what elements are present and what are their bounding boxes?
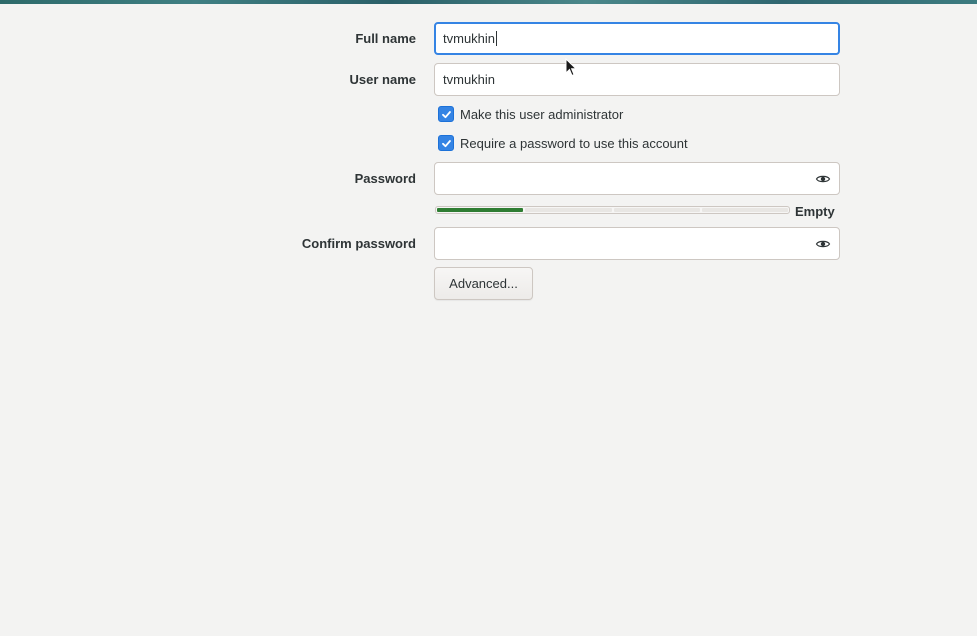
eye-icon[interactable] [815, 236, 831, 252]
user-name-label: User name [349, 72, 416, 87]
require-password-checkbox[interactable] [438, 135, 454, 151]
user-name-value: tvmukhin [443, 72, 496, 87]
check-icon [441, 110, 451, 118]
password-input[interactable] [434, 162, 840, 195]
full-name-value: tvmukhin [443, 31, 496, 46]
strength-segment [437, 208, 524, 212]
mouse-pointer-icon [565, 58, 577, 77]
strength-segment [525, 208, 612, 212]
make-admin-checkbox[interactable] [438, 106, 454, 122]
make-admin-row[interactable]: Make this user administrator [438, 106, 623, 122]
text-caret [496, 31, 498, 46]
password-label: Password [354, 171, 416, 186]
full-name-input[interactable]: tvmukhin [434, 22, 840, 55]
confirm-password-input[interactable] [434, 227, 840, 260]
window-top-strip [0, 0, 977, 4]
make-admin-label: Make this user administrator [460, 106, 624, 122]
require-password-row[interactable]: Require a password to use this account [438, 135, 688, 151]
full-name-label: Full name [355, 31, 416, 46]
password-strength-label: Empty [795, 204, 835, 219]
confirm-password-label: Confirm password [301, 236, 416, 251]
password-strength-bar [435, 206, 790, 214]
require-password-label: Require a password to use this account [460, 135, 688, 151]
strength-segment [613, 208, 700, 212]
eye-icon[interactable] [815, 171, 831, 187]
check-icon [441, 139, 451, 147]
user-name-input[interactable]: tvmukhin [434, 63, 840, 96]
advanced-button[interactable]: Advanced... [434, 267, 533, 300]
strength-segment [701, 208, 788, 212]
